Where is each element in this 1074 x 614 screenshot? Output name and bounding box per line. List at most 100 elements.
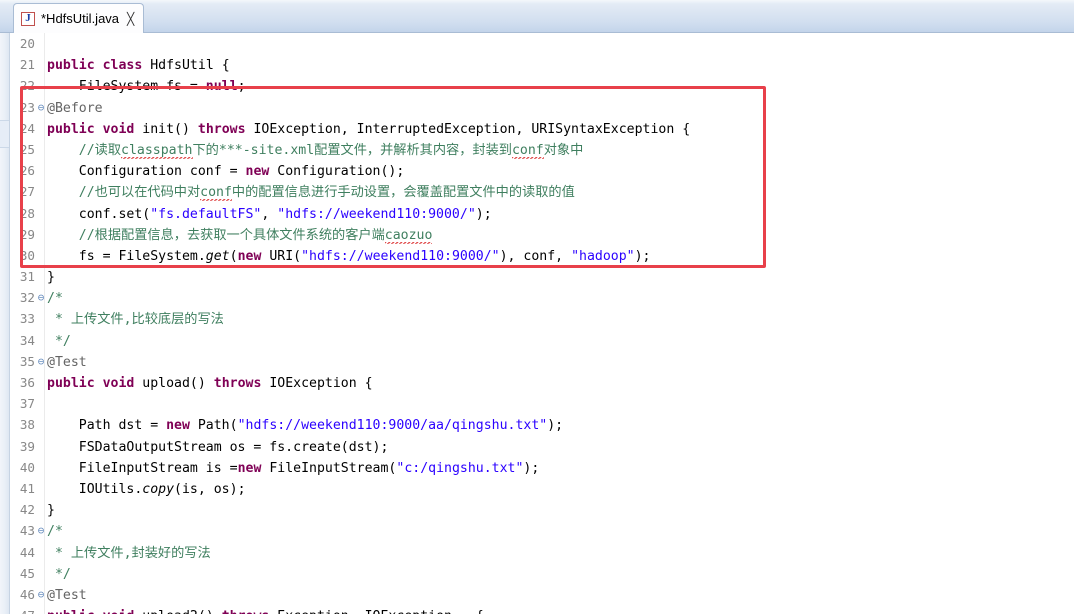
fold-placeholder	[35, 245, 47, 266]
code-line-text: public class HdfsUtil {	[47, 58, 230, 74]
line-number: 23	[19, 99, 35, 115]
code-line-text: //读取classpath下的***-site.xml配置文件，并解析其内容，封…	[78, 142, 584, 159]
code-line[interactable]: 22 FileSystem fs = null;	[11, 75, 1074, 96]
code-line-text: IOUtils.copy(is, os);	[47, 481, 246, 497]
fold-placeholder	[35, 436, 47, 457]
code-line[interactable]: 37	[11, 393, 1074, 414]
fold-placeholder	[35, 414, 47, 435]
line-number: 38	[19, 417, 35, 433]
line-number: 44	[19, 544, 35, 560]
fold-placeholder	[35, 563, 47, 584]
code-lines[interactable]: 20 21 public class HdfsUtil {22 FileSyst…	[11, 33, 1074, 614]
code-line[interactable]: 33 * 上传文件,比较底层的写法	[11, 308, 1074, 329]
code-line-text: * 上传文件,比较底层的写法	[47, 312, 224, 328]
editor-tab-hdfsutil[interactable]: J *HdfsUtil.java ╳	[13, 3, 145, 33]
line-number: 45	[19, 565, 35, 581]
fold-collapse-icon[interactable]: ⊖	[35, 584, 47, 605]
fold-placeholder	[35, 75, 47, 96]
code-line-text: @Before	[47, 100, 103, 116]
fold-placeholder	[35, 393, 47, 414]
fold-collapse-icon[interactable]: ⊖	[35, 287, 47, 308]
line-number: 21	[19, 57, 35, 73]
fold-placeholder	[35, 372, 47, 393]
line-number: 46	[19, 586, 35, 602]
code-line[interactable]: 32 ⊖/*	[11, 287, 1074, 308]
code-line[interactable]: 24 public void init() throws IOException…	[11, 118, 1074, 139]
code-line[interactable]: 23 ⊖ @Before	[11, 97, 1074, 118]
fold-placeholder	[35, 181, 47, 202]
fold-placeholder	[35, 499, 47, 520]
code-line[interactable]: 29 //根据配置信息，去获取一个具体文件系统的客户端caozuo	[11, 224, 1074, 245]
code-line[interactable]: 35 ⊖ @Test	[11, 351, 1074, 372]
code-line[interactable]: 44 * 上传文件,封装好的写法	[11, 542, 1074, 563]
line-number: 36	[19, 375, 35, 390]
line-number: 20	[19, 36, 35, 51]
code-line-text: public void init() throws IOException, I…	[47, 121, 691, 137]
line-number: 34	[19, 332, 35, 348]
line-number: 42	[19, 502, 35, 518]
line-number: 25	[19, 141, 35, 157]
code-line-text: * 上传文件,封装好的写法	[47, 545, 211, 561]
java-file-icon: J	[21, 11, 35, 26]
code-line[interactable]: 28 conf.set("fs.defaultFS", "hdfs://week…	[11, 203, 1074, 224]
code-line[interactable]: 27 //也可以在代码中对conf中的配置信息进行手动设置，会覆盖配置文件中的读…	[11, 181, 1074, 202]
fold-placeholder	[35, 118, 47, 139]
code-line[interactable]: 26 Configuration conf = new Configuratio…	[11, 160, 1074, 181]
code-line-text: */	[47, 333, 71, 349]
fold-collapse-icon[interactable]: ⊖	[35, 351, 47, 372]
code-line[interactable]: 40 FileInputStream is =new FileInputStre…	[11, 457, 1074, 478]
code-line-text: FSDataOutputStream os = fs.create(dst);	[47, 439, 389, 455]
code-line-text: /*	[47, 291, 63, 307]
line-number: 26	[19, 163, 35, 179]
line-number: 41	[19, 480, 35, 496]
code-line[interactable]: 25 //读取classpath下的***-site.xml配置文件，并解析其内…	[11, 139, 1074, 160]
code-line[interactable]: 31 }	[11, 266, 1074, 287]
fold-placeholder	[35, 308, 47, 329]
code-line-text: /*	[47, 524, 63, 540]
fold-collapse-icon[interactable]: ⊖	[35, 97, 47, 118]
code-line-text: Configuration conf = new Configuration()…	[47, 164, 405, 180]
code-line[interactable]: 21 public class HdfsUtil {	[11, 54, 1074, 75]
code-line[interactable]: 41 IOUtils.copy(is, os);	[11, 478, 1074, 499]
line-number: 28	[19, 205, 35, 221]
code-line-text: }	[47, 503, 55, 519]
line-number: 31	[19, 269, 35, 285]
code-line-text: FileSystem fs = null;	[47, 79, 246, 95]
code-line[interactable]: 43 ⊖/*	[11, 520, 1074, 541]
code-line-text: fs = FileSystem.get(new URI("hdfs://week…	[47, 248, 651, 264]
fold-collapse-icon[interactable]: ⊖	[35, 520, 47, 541]
code-line[interactable]: 46 ⊖ @Test	[11, 584, 1074, 605]
line-number: 33	[19, 311, 35, 327]
code-line[interactable]: 39 FSDataOutputStream os = fs.create(dst…	[11, 436, 1074, 457]
code-editor-area[interactable]: 20 21 public class HdfsUtil {22 FileSyst…	[11, 33, 1074, 614]
line-number: 40	[19, 459, 35, 475]
fold-placeholder	[35, 224, 47, 245]
code-line-text: public void upload2() throws Exception, …	[47, 609, 484, 614]
fold-placeholder	[35, 266, 47, 287]
line-number: 29	[19, 226, 35, 242]
code-line[interactable]: 34 */	[11, 330, 1074, 351]
code-line[interactable]: 45 */	[11, 563, 1074, 584]
code-line-text: //也可以在代码中对conf中的配置信息进行手动设置，会覆盖配置文件中的读取的值	[78, 185, 575, 202]
workbench-left-rail	[0, 0, 10, 614]
code-line[interactable]: 38 Path dst = new Path("hdfs://weekend11…	[11, 414, 1074, 435]
code-line-text: FileInputStream is =new FileInputStream(…	[47, 460, 540, 476]
code-line[interactable]: 42 }	[11, 499, 1074, 520]
fold-placeholder	[35, 330, 47, 351]
fold-placeholder	[35, 54, 47, 75]
editor-tab-strip: J *HdfsUtil.java ╳	[0, 0, 1074, 33]
code-line[interactable]: 47 public void upload2() throws Exceptio…	[11, 605, 1074, 614]
fold-placeholder	[35, 203, 47, 224]
code-line-text: @Test	[47, 587, 87, 603]
close-icon[interactable]: ╳	[127, 13, 134, 25]
code-line-text: public void upload() throws IOException …	[47, 376, 373, 391]
code-line[interactable]: 36 public void upload() throws IOExcepti…	[11, 372, 1074, 393]
line-number: 37	[19, 396, 35, 412]
code-line[interactable]: 20	[11, 33, 1074, 54]
fold-placeholder	[35, 160, 47, 181]
line-number: 43	[19, 523, 35, 539]
line-number: 32	[19, 290, 35, 306]
fold-placeholder	[35, 542, 47, 563]
fold-placeholder	[35, 457, 47, 478]
code-line[interactable]: 30 fs = FileSystem.get(new URI("hdfs://w…	[11, 245, 1074, 266]
